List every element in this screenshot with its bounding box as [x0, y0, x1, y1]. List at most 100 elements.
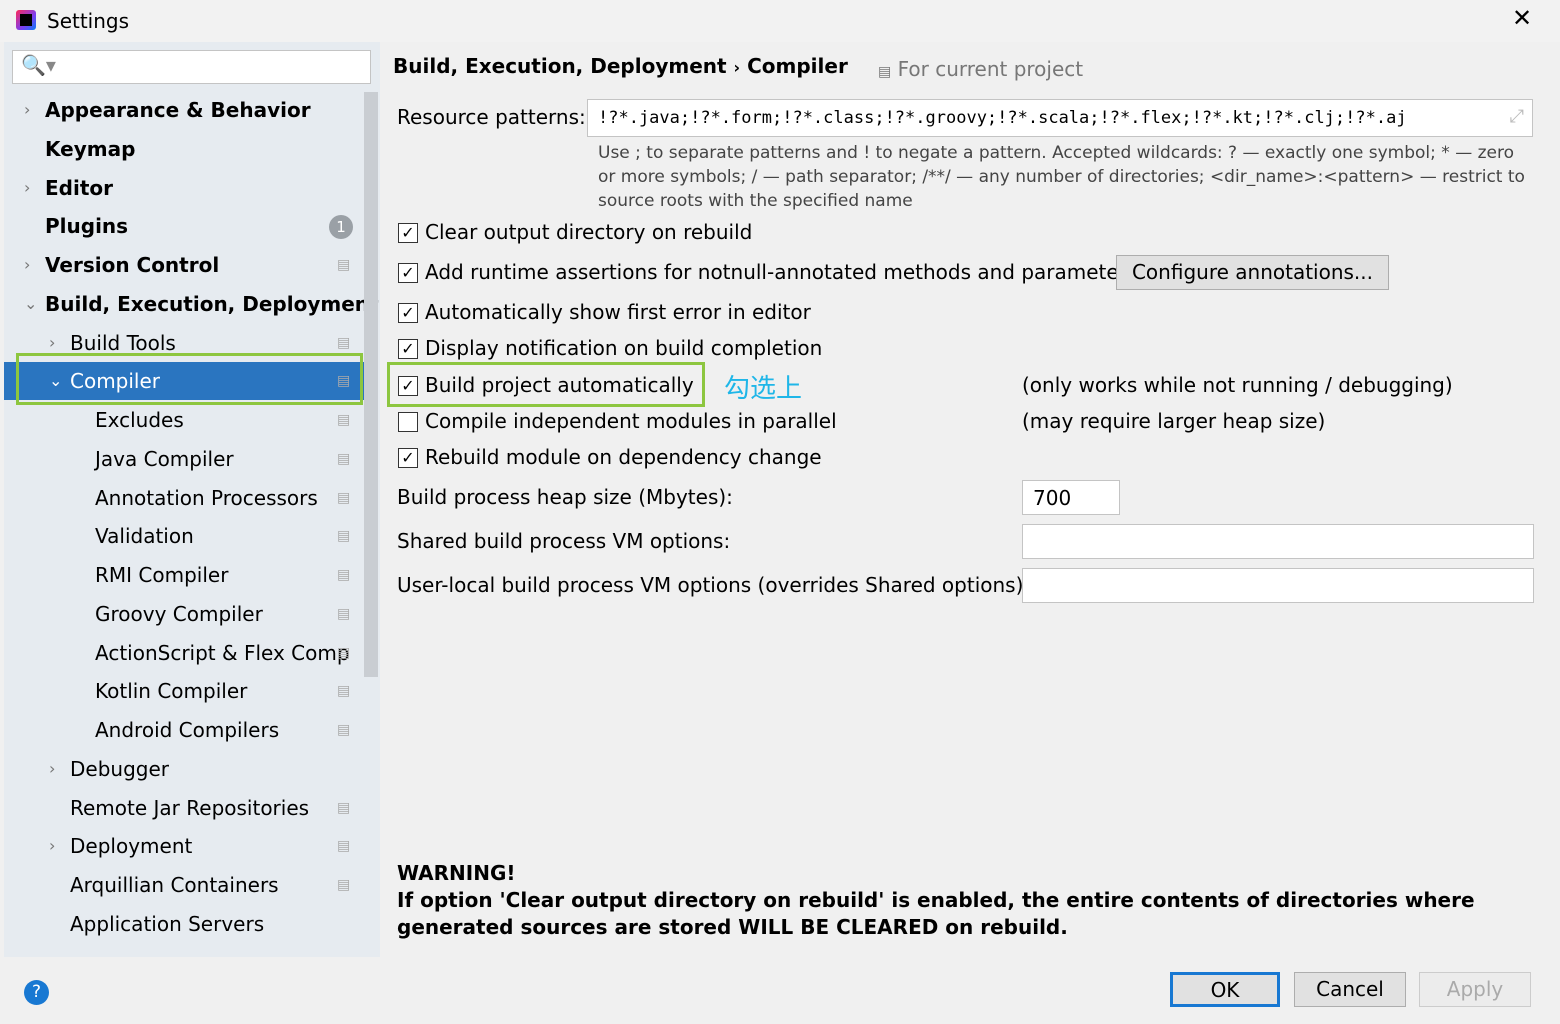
close-icon[interactable]: ✕ — [1512, 4, 1532, 32]
tree-item[interactable]: Java Compiler ▤ — [4, 440, 364, 478]
shared-vm-input[interactable] — [1022, 524, 1534, 559]
scope-text: For current project — [897, 57, 1084, 81]
chevron-down-icon[interactable]: ⌄ — [24, 285, 37, 323]
chevron-right-icon[interactable]: › — [24, 169, 30, 207]
resource-patterns-value: !?*.java;!?*.form;!?*.class;!?*.groovy;!… — [598, 108, 1407, 128]
project-scope-icon: ▤ — [337, 799, 351, 816]
cancel-button[interactable]: Cancel — [1294, 972, 1406, 1007]
tree-item-label: Debugger — [70, 756, 169, 781]
user-vm-label: User-local build process VM options (ove… — [397, 573, 1031, 597]
breadcrumb: Build, Execution, Deployment › Compiler — [393, 54, 848, 78]
sidebar-scrollbar[interactable] — [364, 92, 378, 677]
tree-item[interactable]: Annotation Processors ▤ — [4, 479, 364, 517]
checkbox[interactable]: ✓ — [398, 263, 418, 283]
warning-block: WARNING! If option 'Clear output director… — [397, 860, 1497, 941]
checkbox[interactable]: ✓ — [398, 339, 418, 359]
tree-item[interactable]: Validation ▤ — [4, 517, 364, 555]
annotation-text: 勾选上 — [724, 374, 803, 404]
checkbox[interactable]: ✓ — [398, 223, 418, 243]
tree-item[interactable]: › Version Control ▤ — [4, 246, 364, 284]
window-title: Settings — [47, 9, 130, 33]
resource-patterns-input[interactable]: !?*.java;!?*.form;!?*.class;!?*.groovy;!… — [587, 99, 1533, 137]
tree-item[interactable]: ActionScript & Flex Comp ▤ — [4, 634, 364, 672]
checkbox-label[interactable]: Automatically show first error in editor — [425, 300, 811, 324]
chevron-right-icon[interactable]: › — [24, 91, 30, 129]
tree-item[interactable]: Android Compilers ▤ — [4, 711, 364, 749]
tree-item[interactable]: Application Servers — [4, 905, 364, 943]
checkbox-label[interactable]: Compile independent modules in parallel — [425, 409, 837, 433]
tree-item-label: Keymap — [45, 136, 136, 161]
tree-item-label: Arquillian Containers — [70, 873, 279, 897]
tree-item-label: Appearance & Behavior — [45, 98, 311, 122]
tree-item[interactable]: Kotlin Compiler ▤ — [4, 672, 364, 710]
option-note: (only works while not running / debuggin… — [1022, 373, 1453, 397]
shared-vm-label: Shared build process VM options: — [397, 529, 731, 553]
tree-item-label: Application Servers — [70, 911, 265, 936]
chevron-right-icon[interactable]: › — [49, 750, 55, 788]
tree-item[interactable]: › Debugger — [4, 750, 364, 788]
tree-item-label: Android Compilers — [95, 718, 280, 742]
tree-item[interactable]: Groovy Compiler ▤ — [4, 595, 364, 633]
tree-item-label: Editor — [45, 175, 113, 200]
project-scope-icon: ▤ — [337, 567, 351, 583]
intellij-logo-icon — [16, 10, 36, 30]
resource-patterns-hint: Use ; to separate patterns and ! to nega… — [598, 143, 1525, 211]
help-button[interactable]: ? — [24, 980, 49, 1005]
project-scope-icon: ▤ — [337, 644, 351, 661]
tree-item[interactable]: › Editor — [4, 169, 364, 207]
checkbox-label[interactable]: Clear output directory on rebuild — [425, 220, 752, 244]
breadcrumb-separator: › — [733, 58, 741, 77]
project-scope-icon: ▤ — [337, 683, 351, 700]
heap-size-label: Build process heap size (Mbytes): — [397, 485, 733, 509]
tree-item[interactable]: ⌄ Build, Execution, Deployment — [4, 285, 379, 323]
project-scope-icon: ▤ — [337, 257, 351, 273]
tree-item[interactable]: Keymap — [4, 130, 364, 168]
project-scope-icon: ▤ — [337, 489, 351, 506]
ok-button[interactable]: OK — [1170, 972, 1280, 1007]
user-vm-input[interactable] — [1022, 568, 1534, 603]
checkbox[interactable]: ✓ — [398, 303, 418, 323]
apply-button[interactable]: Apply — [1419, 972, 1531, 1007]
tree-item-label: RMI Compiler — [95, 563, 229, 587]
project-scope-icon: ▤ — [337, 528, 351, 545]
tree-item-label: Build, Execution, Deployment — [45, 291, 379, 316]
tree-item[interactable]: Excludes ▤ — [4, 401, 364, 439]
breadcrumb-parent[interactable]: Build, Execution, Deployment — [393, 54, 727, 78]
project-scope-icon: ▤ — [337, 838, 351, 855]
tree-item[interactable]: Plugins 1 — [4, 207, 364, 245]
chevron-right-icon[interactable]: › — [49, 827, 55, 865]
tree-item[interactable]: RMI Compiler ▤ — [4, 556, 364, 594]
tree-item-label: Kotlin Compiler — [95, 679, 248, 704]
resource-patterns-label: Resource patterns: — [397, 105, 586, 129]
tree-item-label: Groovy Compiler — [95, 601, 263, 626]
checkbox-label[interactable]: Rebuild module on dependency change — [425, 445, 822, 469]
highlight-box-build-automatically — [387, 362, 705, 407]
option-note: (may require larger heap size) — [1022, 409, 1326, 433]
checkbox-label[interactable]: Add runtime assertions for notnull-annot… — [425, 260, 1137, 284]
checkbox-label[interactable]: Display notification on build completion — [425, 336, 822, 360]
checkbox[interactable] — [398, 412, 418, 432]
search-input[interactable]: 🔍▾ — [12, 50, 371, 84]
warning-text: If option 'Clear output directory on reb… — [397, 888, 1475, 939]
expand-icon[interactable]: ⤢ — [1510, 106, 1524, 127]
heap-size-input[interactable]: 700 — [1022, 480, 1120, 515]
tree-item[interactable]: › Deployment ▤ — [4, 827, 364, 865]
tree-item-label: ActionScript & Flex Comp — [95, 640, 350, 665]
tree-item-label: Deployment — [70, 834, 193, 859]
tree-item[interactable]: Arquillian Containers ▤ — [4, 866, 364, 904]
warning-title: WARNING! — [397, 861, 516, 885]
tree-item-label: Java Compiler — [95, 446, 234, 471]
tree-item-label: Excludes — [95, 408, 184, 432]
tree-item-label: Annotation Processors — [95, 485, 318, 510]
configure-annotations-button[interactable]: Configure annotations... — [1116, 255, 1389, 290]
checkbox[interactable]: ✓ — [398, 448, 418, 468]
tree-item-label: Plugins — [45, 214, 129, 239]
scope-label: ▤ For current project — [878, 57, 1083, 81]
project-scope-icon: ▤ — [337, 877, 351, 893]
tree-item-label: Remote Jar Repositories — [70, 795, 310, 820]
tree-item[interactable]: › Appearance & Behavior — [4, 91, 364, 129]
chevron-right-icon[interactable]: › — [24, 246, 30, 284]
project-scope-icon: ▤ — [337, 412, 351, 428]
project-icon: ▤ — [878, 64, 892, 80]
tree-item[interactable]: Remote Jar Repositories ▤ — [4, 789, 364, 827]
